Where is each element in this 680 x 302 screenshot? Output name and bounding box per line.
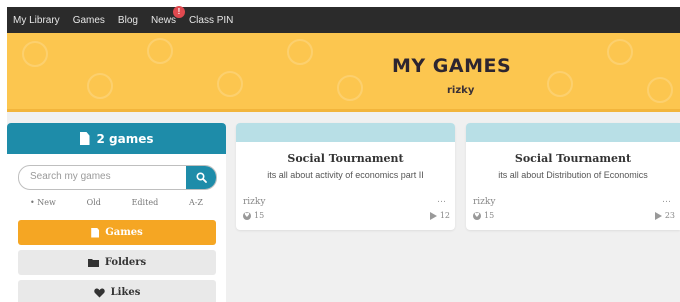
game-description: its all about activity of economics part… <box>267 170 424 180</box>
games-button-label: Games <box>105 227 143 238</box>
search-icon <box>195 172 207 183</box>
search-box <box>18 165 217 190</box>
games-count: 2 games <box>96 131 154 146</box>
folders-button[interactable]: Folders <box>18 250 216 275</box>
document-icon <box>79 132 90 145</box>
folders-button-label: Folders <box>104 257 147 268</box>
banner-pattern-icon <box>337 75 363 101</box>
folder-icon <box>87 259 99 267</box>
game-card[interactable]: Social Tournament its all about Distribu… <box>466 123 680 230</box>
sort-new[interactable]: • New <box>30 198 56 207</box>
nav-news[interactable]: News ! <box>150 5 185 26</box>
more-options-icon[interactable]: … <box>437 195 447 205</box>
search-input[interactable] <box>28 170 182 183</box>
nav-blog[interactable]: Blog <box>118 15 138 26</box>
sort-a-z[interactable]: A-Z <box>189 198 203 207</box>
games-sidebar: 2 games • New Old Edited A-Z Games Folde… <box>7 123 226 302</box>
sort-old[interactable]: Old <box>87 198 101 207</box>
play-icon <box>429 211 437 220</box>
top-nav-bar: My Library Games Blog News ! Class PIN <box>7 5 680 33</box>
game-author[interactable]: rizky <box>473 197 495 207</box>
banner-pattern-icon <box>647 77 673 103</box>
play-icon <box>654 211 662 220</box>
game-title[interactable]: Social Tournament <box>466 152 680 165</box>
plays-value: 23 <box>664 211 675 220</box>
heart-circle-icon: ♥ <box>243 211 251 220</box>
page-banner: MY GAMES rizky <box>7 33 680 112</box>
likes-count: ♥ 15 <box>243 211 264 220</box>
nav-my-library[interactable]: My Library <box>13 15 60 26</box>
banner-pattern-icon <box>87 73 113 99</box>
page-title: MY GAMES <box>392 55 512 77</box>
heart-circle-icon: ♥ <box>473 211 481 220</box>
more-options-icon[interactable]: … <box>662 195 672 205</box>
sidebar-header: 2 games <box>7 123 226 154</box>
game-description: its all about Distribution of Economics <box>498 170 648 180</box>
likes-button[interactable]: Likes <box>18 280 216 302</box>
banner-pattern-icon <box>287 39 313 65</box>
game-title[interactable]: Social Tournament <box>236 152 455 165</box>
plays-value: 12 <box>439 211 450 220</box>
sort-edited[interactable]: Edited <box>132 198 159 207</box>
nav-class-pin[interactable]: Class PIN <box>189 15 233 26</box>
plays-count: 23 <box>654 211 675 220</box>
game-author[interactable]: rizky <box>243 197 265 207</box>
search-button[interactable] <box>186 166 216 189</box>
plays-count: 12 <box>429 211 450 220</box>
likes-value: 15 <box>484 211 495 220</box>
game-card-cover <box>236 123 455 142</box>
banner-pattern-icon <box>22 41 48 67</box>
page-subtitle-username: rizky <box>447 85 475 96</box>
document-icon <box>91 227 100 238</box>
games-button[interactable]: Games <box>18 220 216 245</box>
nav-games[interactable]: Games <box>73 15 105 26</box>
game-card[interactable]: Social Tournament its all about activity… <box>236 123 455 230</box>
banner-pattern-icon <box>607 39 633 65</box>
likes-count: ♥ 15 <box>473 211 494 220</box>
game-card-cover <box>466 123 680 142</box>
banner-pattern-icon <box>217 71 243 97</box>
likes-value: 15 <box>254 211 265 220</box>
likes-button-label: Likes <box>110 287 141 298</box>
heart-icon <box>93 288 105 297</box>
news-notification-badge: ! <box>172 5 185 18</box>
banner-pattern-icon <box>547 71 573 97</box>
sort-options: • New Old Edited A-Z <box>18 198 215 207</box>
banner-pattern-icon <box>147 38 173 64</box>
nav-news-label: News <box>150 14 176 26</box>
